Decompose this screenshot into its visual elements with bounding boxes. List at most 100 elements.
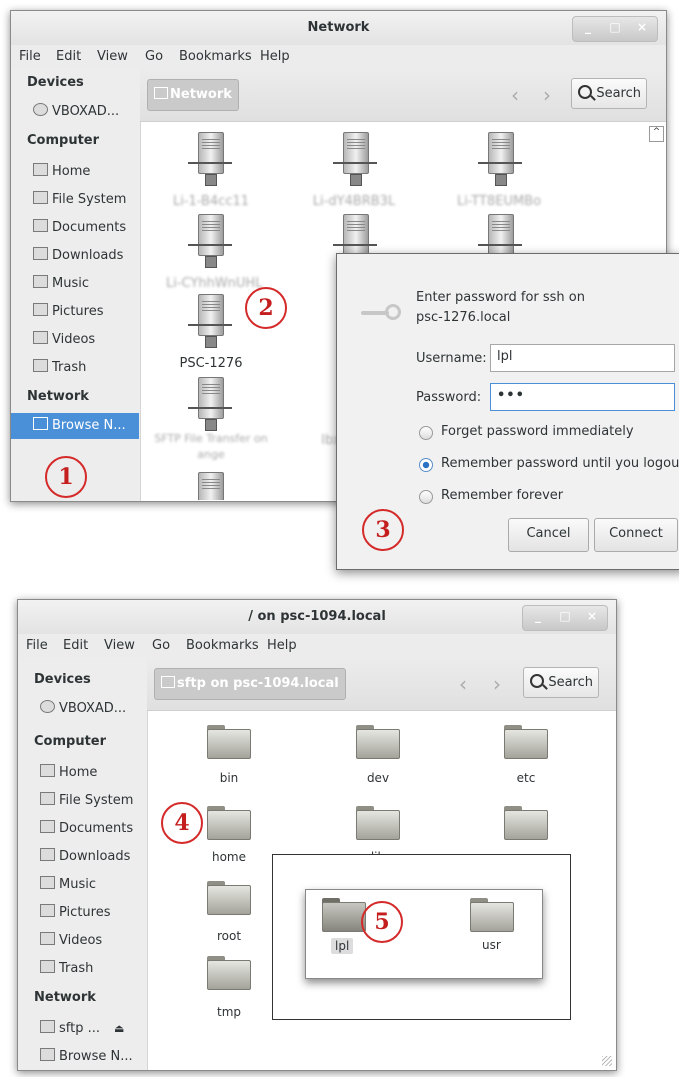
menu-go[interactable]: Go	[145, 49, 163, 64]
menu-edit[interactable]: Edit	[56, 49, 81, 64]
sidebar-item-music[interactable]: Music	[40, 876, 96, 896]
folder-icon[interactable]	[356, 806, 400, 840]
folder-label-lpl: lpl	[331, 938, 354, 954]
sidebar-item-trash[interactable]: Trash	[40, 960, 93, 980]
menu-bookmarks[interactable]: Bookmarks	[186, 638, 259, 653]
sidebar-item-vboxadd[interactable]: VBOXAD...	[33, 103, 119, 123]
search-icon	[578, 85, 592, 99]
sidebar-item-music[interactable]: Music	[33, 275, 89, 295]
sidebar-item-browse-network[interactable]: Browse N...	[40, 1048, 133, 1068]
cancel-button[interactable]: Cancel	[508, 518, 589, 552]
username-field[interactable]: lpl	[490, 344, 675, 372]
eject-icon[interactable]: ⏏	[114, 1022, 124, 1035]
folder-icon[interactable]	[207, 806, 251, 840]
folder-icon[interactable]	[207, 725, 251, 759]
sidebar-item-videos[interactable]: Videos	[33, 331, 95, 351]
forward-icon[interactable]: ›	[543, 83, 551, 107]
sidebar-item-filesystem[interactable]: File System	[33, 191, 126, 211]
menu-view[interactable]: View	[97, 49, 128, 64]
password-label: Password:	[416, 390, 482, 405]
forget-option-label[interactable]: Forget password immediately	[441, 424, 634, 439]
password-field[interactable]: •••	[490, 383, 675, 411]
forward-icon[interactable]: ›	[493, 672, 501, 696]
maximize-icon[interactable]: □	[552, 609, 578, 626]
menu-bookmarks[interactable]: Bookmarks	[179, 49, 252, 64]
menu-file[interactable]: File	[19, 49, 41, 64]
sidebar-item-documents[interactable]: Documents	[40, 820, 133, 840]
sidebar-item-home[interactable]: Home	[33, 163, 90, 183]
sidebar-item-filesystem[interactable]: File System	[40, 792, 133, 812]
close-icon[interactable]: ×	[579, 609, 605, 626]
sidebar-item-vboxadd[interactable]: VBOXAD...	[40, 700, 126, 720]
sidebar-item-downloads[interactable]: Downloads	[40, 848, 130, 868]
drive-icon	[40, 792, 55, 805]
title-bar[interactable]: / on psc-1094.local _ □ ×	[18, 600, 616, 635]
folder-icon-usr[interactable]	[470, 898, 514, 932]
menu-file[interactable]: File	[26, 638, 48, 653]
back-icon[interactable]: ‹	[459, 672, 467, 696]
server-icon[interactable]	[188, 132, 232, 190]
network-icon	[33, 417, 48, 430]
server-label: Li-CYhhWnUHL	[166, 276, 263, 291]
sidebar-item-downloads[interactable]: Downloads	[33, 247, 123, 267]
window-controls: _ □ ×	[522, 605, 608, 631]
menu-help[interactable]: Help	[267, 638, 297, 653]
minimize-icon[interactable]: _	[575, 20, 601, 37]
sidebar-item-trash[interactable]: Trash	[33, 359, 86, 379]
sidebar-item-videos[interactable]: Videos	[40, 932, 102, 952]
sidebar-item-pictures[interactable]: Pictures	[40, 904, 110, 924]
search-button[interactable]: Search	[571, 78, 647, 109]
folder-icon[interactable]	[207, 956, 251, 990]
sidebar-heading-devices: Devices	[27, 75, 84, 90]
remember-forever-radio[interactable]	[419, 490, 433, 504]
folder-icon[interactable]	[207, 881, 251, 915]
step-badge-4: 4	[161, 802, 203, 844]
breadcrumb[interactable]: sftp on psc-1094.local	[154, 668, 346, 700]
server-icon[interactable]	[188, 214, 232, 272]
sidebar-item-home[interactable]: Home	[40, 764, 97, 784]
menu-go[interactable]: Go	[152, 638, 170, 653]
menu-edit[interactable]: Edit	[63, 638, 88, 653]
folder-icon[interactable]	[356, 725, 400, 759]
breadcrumb[interactable]: Network	[147, 79, 239, 111]
sidebar-item-browse-network[interactable]: Browse N...	[11, 413, 139, 439]
menu-view[interactable]: View	[104, 638, 135, 653]
sidebar-heading-computer: Computer	[34, 734, 107, 749]
music-folder-icon	[33, 275, 48, 288]
forget-radio[interactable]	[419, 426, 433, 440]
step-badge-5: 5	[361, 901, 403, 943]
server-icon-psc-1276[interactable]	[188, 294, 232, 352]
folder-label-etc: etc	[516, 771, 536, 785]
server-icon[interactable]	[188, 377, 232, 435]
remember-session-label[interactable]: Remember password until you logout	[441, 456, 679, 471]
folder-icon[interactable]	[504, 725, 548, 759]
server-icon[interactable]	[478, 132, 522, 190]
toolbar: Network ‹ › Search	[140, 69, 666, 122]
sidebar: Devices VBOXAD... Computer Home File Sys…	[11, 69, 141, 501]
folder-icon-lpl[interactable]	[322, 898, 366, 932]
title-bar[interactable]: Network _ □ ×	[11, 11, 666, 46]
username-label: Username:	[416, 351, 487, 366]
resize-grip-icon[interactable]	[602, 1056, 612, 1066]
close-icon[interactable]: ×	[629, 20, 655, 37]
server-icon[interactable]	[333, 132, 377, 190]
pictures-folder-icon	[40, 904, 55, 917]
server-label: Li-TT8EUMBo	[456, 194, 542, 209]
minimize-icon[interactable]: _	[525, 609, 551, 626]
videos-folder-icon	[40, 932, 55, 945]
menu-help[interactable]: Help	[260, 49, 290, 64]
server-icon[interactable]	[188, 472, 232, 500]
home-folder-icon	[40, 764, 55, 777]
drive-icon	[33, 191, 48, 204]
remember-session-radio[interactable]	[419, 458, 433, 472]
remember-forever-label[interactable]: Remember forever	[441, 488, 563, 503]
search-button[interactable]: Search	[523, 667, 599, 698]
folder-icon[interactable]	[504, 806, 548, 840]
scroll-up-icon[interactable]: ^	[649, 126, 664, 142]
sidebar-item-sftp[interactable]: sftp ... ⏏	[40, 1020, 124, 1040]
sidebar-item-pictures[interactable]: Pictures	[33, 303, 103, 323]
maximize-icon[interactable]: □	[602, 20, 628, 37]
sidebar-item-documents[interactable]: Documents	[33, 219, 126, 239]
connect-button[interactable]: Connect	[594, 518, 678, 552]
back-icon[interactable]: ‹	[511, 83, 519, 107]
